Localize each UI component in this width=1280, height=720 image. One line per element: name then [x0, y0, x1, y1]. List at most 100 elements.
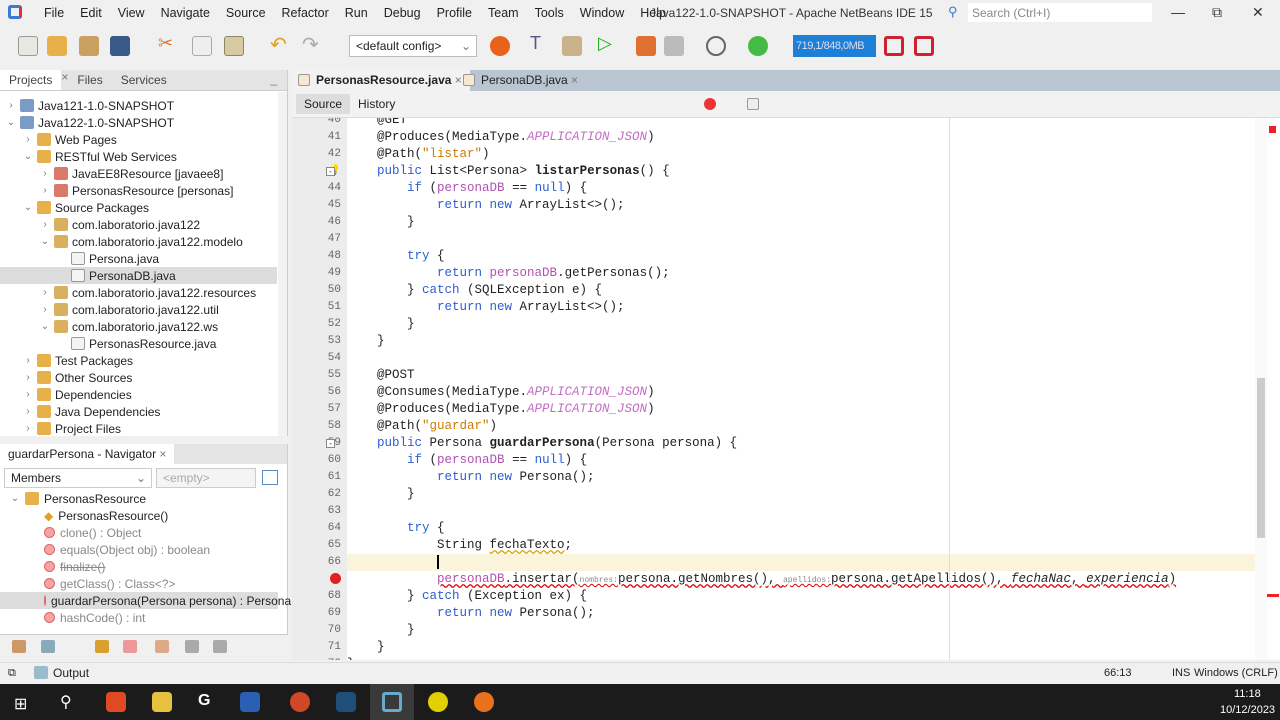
- editor-tab[interactable]: PersonaDB.java ×: [457, 70, 586, 91]
- netbeans-icon[interactable]: [382, 692, 402, 712]
- tree-item[interactable]: › com.laboratorio.java122.resources: [40, 284, 256, 301]
- code-line[interactable]: @Consumes(MediaType.APPLICATION_JSON): [347, 384, 1255, 401]
- tree-item[interactable]: ⌄ com.laboratorio.java122.ws: [40, 318, 218, 335]
- menu-view[interactable]: View: [110, 6, 153, 20]
- run-icon[interactable]: ▷: [598, 33, 618, 53]
- code-line[interactable]: }: [347, 656, 1255, 660]
- code-line[interactable]: public Persona guardarPersona(Persona pe…: [347, 435, 1255, 452]
- close-icon[interactable]: ×: [568, 73, 578, 87]
- menu-navigate[interactable]: Navigate: [153, 6, 218, 20]
- tree-item[interactable]: › Test Packages: [23, 352, 133, 369]
- menu-profile[interactable]: Profile: [429, 6, 480, 20]
- new-project-icon[interactable]: [47, 36, 67, 56]
- source-view-button[interactable]: Source: [296, 94, 351, 114]
- navigator-member[interactable]: equals(Object obj) : boolean: [44, 541, 210, 558]
- profile-icon[interactable]: [706, 36, 726, 56]
- tree-item[interactable]: › Java Dependencies: [23, 403, 160, 420]
- test-icon[interactable]: [664, 36, 684, 56]
- code-line[interactable]: return new ArrayList<>();: [347, 299, 1255, 316]
- navigator-member[interactable]: guardarPersona(Persona persona) : Person…: [0, 592, 291, 609]
- error-icon[interactable]: [301, 571, 341, 588]
- chevron-right-icon[interactable]: ›: [23, 423, 33, 434]
- code-line[interactable]: @Produces(MediaType.APPLICATION_JSON): [347, 401, 1255, 418]
- build-icon[interactable]: T: [530, 33, 550, 53]
- code-line[interactable]: try {: [347, 520, 1255, 537]
- chevron-right-icon[interactable]: ›: [40, 185, 50, 196]
- clean-build-icon[interactable]: [562, 36, 582, 56]
- output-tab[interactable]: Output: [34, 666, 89, 680]
- sort-source-icon[interactable]: [213, 640, 227, 653]
- code-line[interactable]: if (personaDB == null) {: [347, 452, 1255, 469]
- chevron-right-icon[interactable]: ›: [40, 168, 50, 179]
- menu-window[interactable]: Window: [572, 6, 632, 20]
- cut-icon[interactable]: ✂: [158, 33, 178, 53]
- code-line[interactable]: if (personaDB == null) {: [347, 180, 1255, 197]
- navigator-member[interactable]: ◆ PersonasResource(): [44, 507, 168, 524]
- gc-icon[interactable]: [884, 36, 904, 56]
- code-line[interactable]: }: [347, 622, 1255, 639]
- code-line[interactable]: @Produces(MediaType.APPLICATION_JSON): [347, 129, 1255, 146]
- code-line[interactable]: public List<Persona> listarPersonas() {: [347, 163, 1255, 180]
- menu-team[interactable]: Team: [480, 6, 527, 20]
- code-line[interactable]: [347, 554, 1255, 571]
- tree-item[interactable]: › PersonasResource [personas]: [40, 182, 233, 199]
- chevron-down-icon[interactable]: ⌄: [10, 493, 20, 504]
- mysql-workbench-icon[interactable]: [336, 692, 356, 712]
- code-line[interactable]: return new Persona();: [347, 469, 1255, 486]
- tree-item[interactable]: Persona.java: [57, 250, 159, 267]
- code-line[interactable]: }: [347, 639, 1255, 656]
- config-select[interactable]: <default config> ⌄: [349, 35, 477, 57]
- tree-item[interactable]: PersonaDB.java: [0, 267, 277, 284]
- chevron-right-icon[interactable]: ›: [6, 100, 16, 111]
- static-filter-icon[interactable]: [123, 640, 137, 653]
- tab-files[interactable]: Files: [68, 70, 111, 90]
- close-icon[interactable]: ×: [61, 70, 68, 90]
- profiler-snapshot-icon[interactable]: [914, 36, 934, 56]
- code-line[interactable]: }: [347, 486, 1255, 503]
- code-line[interactable]: }: [347, 316, 1255, 333]
- search-icon[interactable]: ⚲: [60, 692, 72, 712]
- search-input[interactable]: Search (Ctrl+I): [968, 3, 1152, 22]
- paste-icon[interactable]: [224, 36, 244, 56]
- close-icon[interactable]: ×: [159, 447, 166, 461]
- code-line[interactable]: @POST: [347, 367, 1255, 384]
- open-project-icon[interactable]: [79, 36, 99, 56]
- editor-tab[interactable]: PersonasResource.java ×: [292, 70, 470, 91]
- windows-start-icon[interactable]: ⊞: [14, 694, 27, 714]
- menu-tools[interactable]: Tools: [527, 6, 572, 20]
- power-icon[interactable]: [748, 36, 768, 56]
- code-line[interactable]: @GET: [347, 118, 1255, 129]
- app-icon-yellow[interactable]: [428, 692, 448, 712]
- undo-icon[interactable]: ↶: [270, 32, 290, 56]
- code-line[interactable]: try {: [347, 248, 1255, 265]
- tree-item[interactable]: ⌄ Source Packages: [23, 199, 149, 216]
- restore-window-icon[interactable]: ⧉: [8, 667, 16, 680]
- code-line[interactable]: }: [347, 333, 1255, 350]
- code-line[interactable]: [347, 231, 1255, 248]
- tree-item[interactable]: › Web Pages: [23, 131, 117, 148]
- vertical-scrollbar[interactable]: [1255, 118, 1267, 660]
- brave-icon[interactable]: [106, 692, 126, 712]
- code-line[interactable]: return personaDB.getPersonas();: [347, 265, 1255, 282]
- chevron-right-icon[interactable]: ›: [40, 304, 50, 315]
- tree-item[interactable]: › JavaEE8Resource [javaee8]: [40, 165, 223, 182]
- scrollbar[interactable]: [278, 92, 287, 436]
- chevron-right-icon[interactable]: ›: [40, 219, 50, 230]
- code-line[interactable]: }: [347, 214, 1255, 231]
- chevron-down-icon[interactable]: ⌄: [40, 321, 50, 332]
- tree-item[interactable]: › Dependencies: [23, 386, 131, 403]
- search-icon[interactable]: ⚲: [948, 4, 958, 20]
- code-line[interactable]: @Path("guardar"): [347, 418, 1255, 435]
- menu-edit[interactable]: Edit: [72, 6, 110, 20]
- chevron-right-icon[interactable]: ›: [40, 287, 50, 298]
- file-explorer-icon[interactable]: [152, 692, 172, 712]
- chevron-down-icon[interactable]: ⌄: [23, 202, 33, 213]
- chevron-right-icon[interactable]: ›: [23, 406, 33, 417]
- code-line[interactable]: [347, 503, 1255, 520]
- tree-item[interactable]: ⌄ Java122-1.0-SNAPSHOT: [6, 114, 174, 131]
- redo-icon[interactable]: ↷: [302, 32, 322, 56]
- firefox-icon[interactable]: [474, 692, 494, 712]
- code-line[interactable]: } catch (Exception ex) {: [347, 588, 1255, 605]
- tree-item[interactable]: › com.laboratorio.java122.util: [40, 301, 218, 318]
- fold-collapse-icon[interactable]: -: [326, 439, 335, 448]
